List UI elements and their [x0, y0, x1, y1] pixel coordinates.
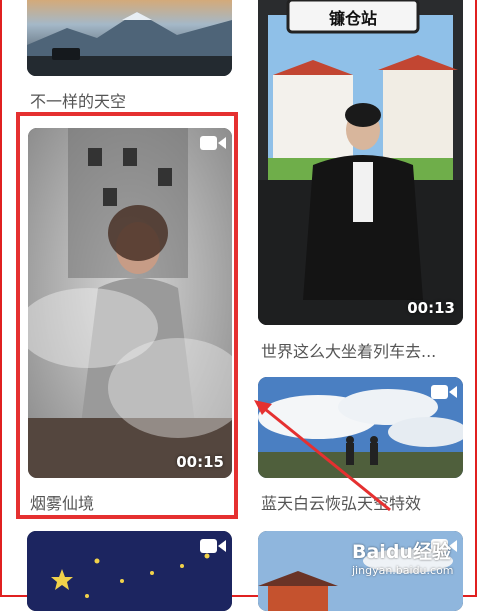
- annotation-arrow: [254, 400, 391, 512]
- video-card-sky[interactable]: [27, 0, 232, 76]
- watermark-logo: Baidu经验: [352, 541, 451, 563]
- video-duration: 00:13: [407, 299, 455, 317]
- video-caption: 世界这么大坐着列车去...: [261, 342, 437, 361]
- video-card-train[interactable]: 镰仓站 00:13: [258, 0, 463, 325]
- highlight-box: [16, 112, 238, 519]
- video-card-stars[interactable]: [27, 531, 232, 611]
- frame-left-edge: [0, 0, 2, 597]
- landscape-thumbnail: [27, 0, 232, 76]
- train-portrait-thumbnail: [258, 0, 463, 325]
- video-caption: 不一样的天空: [30, 92, 127, 111]
- video-camera-icon: [200, 538, 226, 558]
- watermark-url: jingyan.baidu.com: [352, 564, 454, 577]
- station-sign: 镰仓站: [328, 9, 377, 28]
- video-camera-icon: [431, 384, 457, 404]
- baidu-watermark: Baidu经验 jingyan.baidu.com: [352, 537, 454, 577]
